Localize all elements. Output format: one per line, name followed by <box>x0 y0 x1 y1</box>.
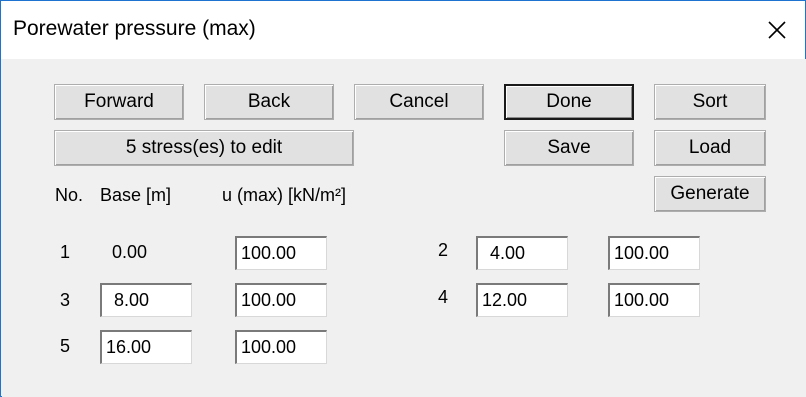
base-field-5[interactable]: 16.00 <box>100 330 192 364</box>
base-value-1: 0.00 <box>112 242 148 262</box>
dialog-client-area: Forward Back Cancel Done Sort 5 stress(e… <box>2 59 806 397</box>
title-bar: Porewater pressure (max) <box>1 1 805 59</box>
u-max-field-1[interactable]: 100.00 <box>235 236 327 270</box>
dialog-window: Porewater pressure (max) Forward Back Ca… <box>0 0 806 397</box>
row-number-2: 2 <box>438 240 449 260</box>
close-button[interactable] <box>749 1 805 59</box>
base-field-2[interactable]: 4.00 <box>476 236 568 270</box>
sort-button[interactable]: Sort <box>654 84 766 120</box>
back-button[interactable]: Back <box>204 84 334 120</box>
close-icon <box>768 21 786 39</box>
done-button[interactable]: Done <box>504 84 634 120</box>
u-max-field-2[interactable]: 100.00 <box>608 236 700 270</box>
generate-button[interactable]: Generate <box>654 176 766 212</box>
load-button[interactable]: Load <box>654 130 766 166</box>
column-header-base: Base [m] <box>100 185 172 205</box>
row-number-5: 5 <box>60 336 71 356</box>
column-header-no: No. <box>55 185 84 205</box>
window-title: Porewater pressure (max) <box>13 17 256 40</box>
cancel-button[interactable]: Cancel <box>354 84 484 120</box>
row-number-1: 1 <box>60 242 71 262</box>
row-number-4: 4 <box>438 287 449 307</box>
u-max-field-5[interactable]: 100.00 <box>235 330 327 364</box>
base-field-3[interactable]: 8.00 <box>100 283 192 317</box>
row-number-3: 3 <box>60 290 71 310</box>
u-max-field-4[interactable]: 100.00 <box>608 283 700 317</box>
u-max-field-3[interactable]: 100.00 <box>235 283 327 317</box>
edit-count-button[interactable]: 5 stress(es) to edit <box>54 130 354 166</box>
save-button[interactable]: Save <box>504 130 634 166</box>
column-header-u-max: u (max) [kN/m²] <box>222 185 346 205</box>
forward-button[interactable]: Forward <box>54 84 184 120</box>
base-field-4[interactable]: 12.00 <box>476 283 568 317</box>
